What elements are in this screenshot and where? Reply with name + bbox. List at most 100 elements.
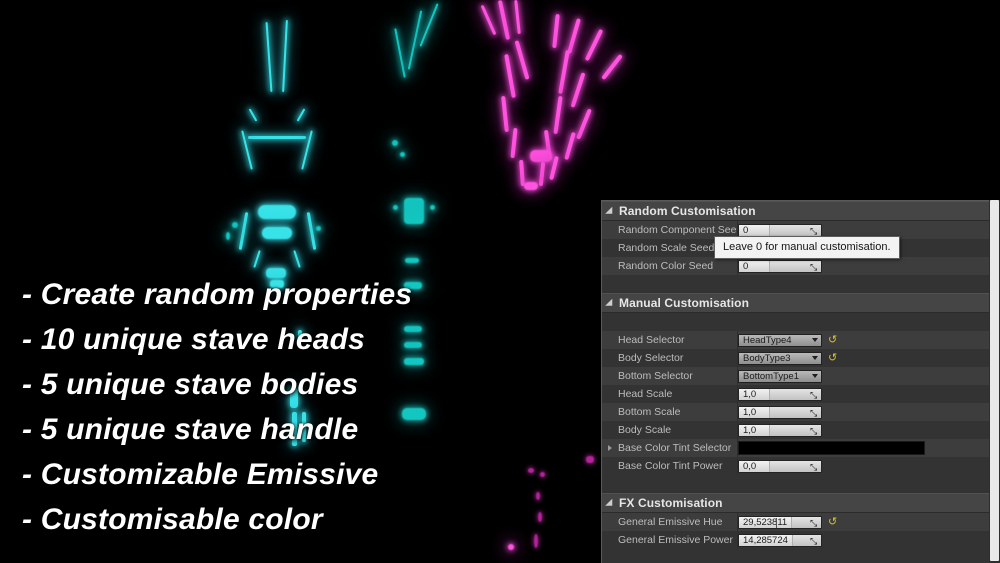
spin-value: 1,0 <box>739 406 770 418</box>
property-value[interactable]: BottomType1 <box>736 369 1000 383</box>
emissive-magenta-shard <box>570 72 586 108</box>
drag-handle-icon[interactable]: ⤡ <box>810 390 818 399</box>
drag-handle-icon[interactable]: ⤡ <box>810 426 818 435</box>
property-row-base-color-tint-selector[interactable]: Base Color Tint Selector <box>602 439 1000 457</box>
emissive-magenta-shard <box>510 127 518 159</box>
combo-value: BodyType3 <box>743 352 791 364</box>
reset-to-default-icon[interactable]: ↺ <box>828 516 837 528</box>
screenshot-root: - Create random properties - 10 unique s… <box>0 0 1000 563</box>
emissive-magenta-shard <box>504 53 516 99</box>
emissive-magenta-shard <box>497 0 511 40</box>
property-value[interactable]: 1,0 ⤡ <box>736 423 1000 437</box>
bullet-line: - 5 unique stave handle <box>22 413 359 446</box>
property-value[interactable]: 29,523811 ⤡ ↺ <box>736 515 1000 529</box>
chevron-down-icon[interactable] <box>812 338 818 342</box>
bottom-scale-input[interactable]: 1,0 ⤡ <box>738 405 822 419</box>
chevron-down-icon[interactable] <box>605 498 616 510</box>
section-header-manual-customisation[interactable]: Manual Customisation <box>602 293 1000 313</box>
details-panel-scrollbar[interactable] <box>989 200 1000 563</box>
property-value[interactable] <box>736 441 1000 455</box>
emissive-cyan-shard <box>293 250 301 268</box>
chevron-down-icon[interactable] <box>605 206 616 218</box>
section-title: Manual Customisation <box>619 296 750 310</box>
emissive-cyan-core <box>258 205 296 219</box>
emissive-magenta-shard <box>553 95 563 135</box>
spin-value: 0 <box>739 260 770 272</box>
random-component-seed-input[interactable]: 0 ⤡ <box>738 223 822 237</box>
property-label: Random Color Seed <box>618 260 714 272</box>
emissive-magenta-shard <box>538 161 546 187</box>
emissive-magenta-shard <box>514 0 521 35</box>
emissive-cyan-shard <box>407 10 423 70</box>
spin-value: 29,523811 <box>739 516 793 528</box>
general-emissive-hue-input[interactable]: 29,523811 ⤡ <box>738 515 822 529</box>
chevron-down-icon[interactable] <box>812 356 818 360</box>
emissive-cyan-shard <box>306 212 317 250</box>
reset-to-default-icon[interactable]: ↺ <box>828 352 837 364</box>
drag-handle-icon[interactable]: ⤡ <box>810 462 818 471</box>
emissive-cyan-shard <box>248 108 258 122</box>
property-row-bottom-selector[interactable]: Bottom Selector BottomType1 <box>602 367 1000 385</box>
property-label: Head Selector <box>618 334 685 346</box>
expand-arrow-icon[interactable] <box>608 445 612 451</box>
property-row-bottom-scale[interactable]: Bottom Scale 1,0 ⤡ <box>602 403 1000 421</box>
section-header-random-customisation[interactable]: Random Customisation <box>602 201 1000 221</box>
property-row-body-selector[interactable]: Body Selector BodyType3 ↺ <box>602 349 1000 367</box>
emissive-cyan-shard <box>282 19 288 93</box>
property-value[interactable]: 0,0 ⤡ <box>736 459 1000 473</box>
body-selector-dropdown[interactable]: BodyType3 <box>738 351 822 365</box>
body-scale-input[interactable]: 1,0 ⤡ <box>738 423 822 437</box>
property-row-general-emissive-power[interactable]: General Emissive Power 14,285724 ⤡ <box>602 531 1000 549</box>
reset-to-default-icon[interactable]: ↺ <box>828 334 837 346</box>
property-value[interactable]: 0 ⤡ <box>736 259 1000 273</box>
property-value[interactable]: 14,285724 ⤡ <box>736 533 1000 547</box>
emissive-cyan-spark <box>400 152 405 157</box>
property-row-head-selector[interactable]: Head Selector HeadType4 ↺ <box>602 331 1000 349</box>
property-value[interactable]: HeadType4 ↺ <box>736 333 1000 347</box>
head-scale-input[interactable]: 1,0 ⤡ <box>738 387 822 401</box>
property-label: Body Scale <box>618 424 672 436</box>
property-row-base-color-tint-power[interactable]: Base Color Tint Power 0,0 ⤡ <box>602 457 1000 475</box>
property-row-head-scale[interactable]: Head Scale 1,0 ⤡ <box>602 385 1000 403</box>
section-header-fx-customisation[interactable]: FX Customisation <box>602 493 1000 513</box>
drag-handle-icon[interactable]: ⤡ <box>810 226 818 235</box>
bullet-line: - Customisable color <box>22 503 323 536</box>
bullet-line: - Create random properties <box>22 278 413 311</box>
emissive-cyan-shard <box>238 212 249 250</box>
emissive-cyan-spark <box>316 226 321 231</box>
emissive-cyan-shard <box>253 250 261 268</box>
emissive-magenta-shard <box>519 159 525 187</box>
property-row-body-scale[interactable]: Body Scale 1,0 ⤡ <box>602 421 1000 439</box>
chevron-down-icon[interactable] <box>812 374 818 378</box>
property-label: Random Component Seed <box>618 224 736 236</box>
base-color-tint-power-input[interactable]: 0,0 ⤡ <box>738 459 822 473</box>
general-emissive-power-input[interactable]: 14,285724 ⤡ <box>738 533 822 547</box>
random-color-seed-input[interactable]: 0 ⤡ <box>738 259 822 273</box>
property-value[interactable]: 1,0 ⤡ <box>736 387 1000 401</box>
property-row-random-color-seed[interactable]: Random Color Seed 0 ⤡ <box>602 257 1000 275</box>
property-value[interactable]: 1,0 ⤡ <box>736 405 1000 419</box>
property-value[interactable]: BodyType3 ↺ <box>736 351 1000 365</box>
bottom-selector-dropdown[interactable]: BottomType1 <box>738 369 822 383</box>
spin-value: 0,0 <box>739 460 770 472</box>
section-title: Random Customisation <box>619 204 756 218</box>
chevron-down-icon[interactable] <box>605 298 616 310</box>
emissive-magenta-shard <box>552 13 560 49</box>
section-spacer <box>602 475 1000 493</box>
drag-handle-icon[interactable]: ⤡ <box>810 536 818 545</box>
property-row-general-emissive-hue[interactable]: General Emissive Hue 29,523811 ⤡ ↺ <box>602 513 1000 531</box>
scrollbar-thumb[interactable] <box>990 200 999 561</box>
property-label: Head Scale <box>618 388 673 400</box>
emissive-magenta-spark <box>508 544 514 550</box>
head-selector-dropdown[interactable]: HeadType4 <box>738 333 822 347</box>
emissive-cyan-spark <box>232 222 238 228</box>
drag-handle-icon[interactable]: ⤡ <box>810 262 818 271</box>
drag-handle-icon[interactable]: ⤡ <box>810 408 818 417</box>
emissive-cyan-core <box>404 198 424 224</box>
drag-handle-icon[interactable]: ⤡ <box>810 518 818 527</box>
base-color-tint-swatch[interactable] <box>738 441 925 455</box>
property-label: Body Selector <box>618 352 684 364</box>
property-label: General Emissive Power <box>618 534 733 546</box>
emissive-cyan-spark <box>392 140 398 146</box>
property-value[interactable]: 0 ⤡ <box>736 223 1000 237</box>
